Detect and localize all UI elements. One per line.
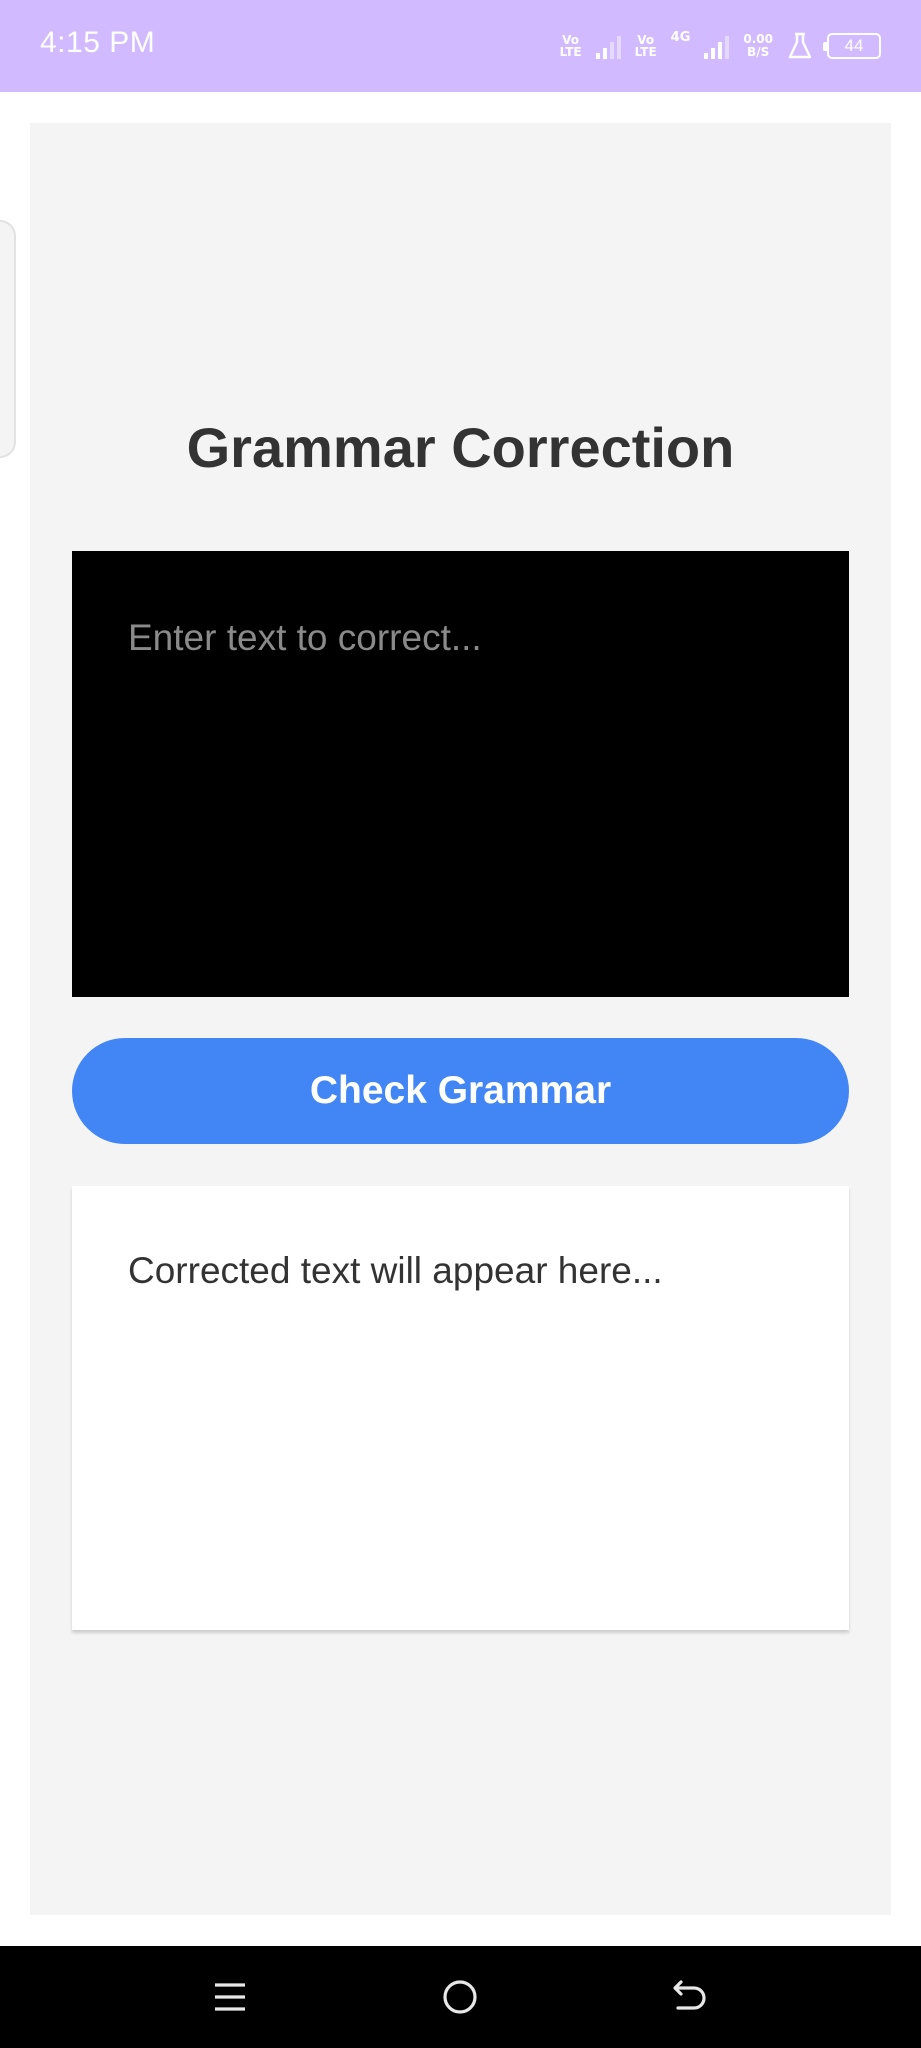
back-button[interactable] — [660, 1970, 720, 2024]
volte-lte-label: LTE — [559, 45, 582, 59]
edge-panel-handle[interactable] — [0, 220, 16, 458]
signal-icon — [595, 33, 621, 59]
result-text: Corrected text will appear here... — [128, 1250, 663, 1291]
status-time: 4:15 PM — [40, 26, 156, 59]
status-bar: 4:15 PM Vo LTE Vo LTE 4G 0.00 B/S 44 — [0, 0, 921, 92]
navigation-bar — [0, 1946, 921, 2048]
back-icon — [673, 1980, 706, 2010]
result-box: Corrected text will appear here... — [72, 1186, 849, 1630]
signal-4g-icon — [704, 33, 730, 59]
grammar-card: Grammar Correction Check Grammar Correct… — [30, 123, 891, 1915]
volte-lte-label: LTE — [634, 45, 657, 59]
page-title: Grammar Correction — [186, 416, 735, 479]
menu-icon — [215, 1983, 245, 2011]
status-icons: Vo LTE Vo LTE 4G 0.00 B/S 44 — [560, 28, 881, 64]
battery-icon: 44 — [823, 33, 881, 59]
home-icon — [443, 1980, 477, 2014]
speed-unit: B/S — [747, 45, 770, 59]
check-grammar-button[interactable]: Check Grammar — [72, 1038, 849, 1144]
text-input[interactable] — [72, 551, 849, 997]
volte-icon: Vo LTE — [560, 34, 582, 58]
home-button[interactable] — [430, 1970, 490, 2024]
network-type-label: 4G — [670, 30, 691, 45]
battery-level: 44 — [844, 36, 864, 55]
menu-button[interactable] — [200, 1970, 260, 2024]
volte-icon: Vo LTE — [635, 34, 657, 58]
network-speed: 0.00 B/S — [743, 33, 773, 59]
flask-icon — [788, 32, 812, 59]
